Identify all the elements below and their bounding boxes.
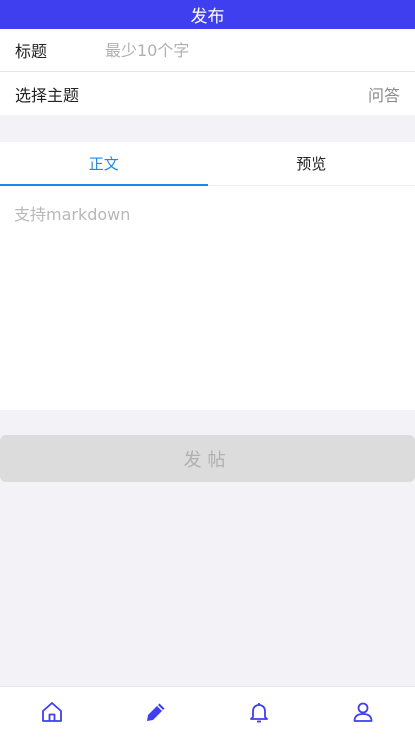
editor-tabs: 正文 预览 [0,142,415,186]
nav-item-profile[interactable] [311,687,415,737]
editor-panel: 正文 预览 [0,142,415,410]
page-header: 发布 [0,0,415,29]
title-input[interactable] [105,40,400,60]
tab-preview[interactable]: 预览 [208,142,415,185]
user-icon [353,702,373,722]
tab-body[interactable]: 正文 [0,142,208,186]
home-icon [41,702,62,722]
bell-icon [250,703,269,723]
pencil-icon [146,703,165,721]
title-row: 标题 [0,29,415,72]
title-label: 标题 [15,42,48,61]
topic-value[interactable]: 问答 [368,82,400,106]
bottom-nav [0,686,415,737]
submit-wrap: 发帖 [0,410,415,482]
page-title: 发布 [190,7,225,27]
topic-label: 选择主题 [15,85,80,105]
nav-item-post[interactable] [104,687,208,737]
content-textarea[interactable] [0,186,415,408]
nav-item-home[interactable] [0,687,104,737]
submit-post-button[interactable]: 发帖 [0,435,415,482]
topic-row[interactable]: 选择主题 问答 [0,72,415,115]
nav-item-notifications[interactable] [208,687,312,737]
